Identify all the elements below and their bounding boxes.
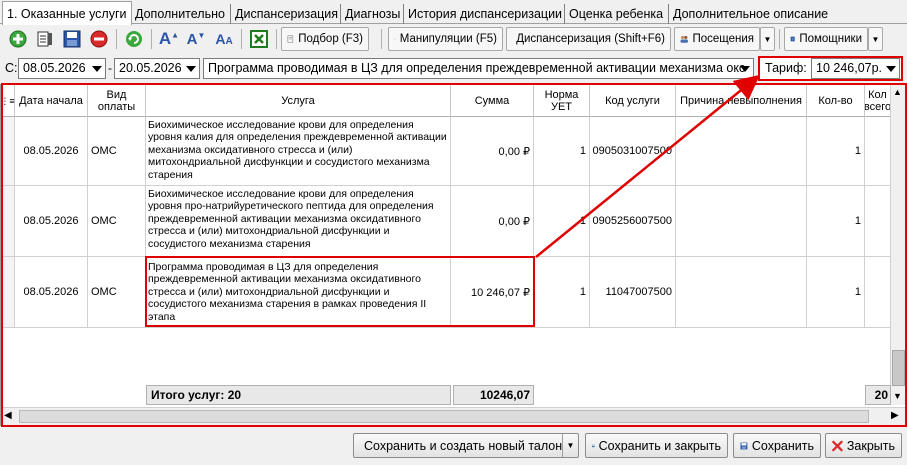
date-from-label: С: bbox=[5, 61, 18, 75]
date-range-dash: - bbox=[108, 61, 112, 75]
tab-dispensarization[interactable]: Диспансеризация bbox=[230, 4, 342, 24]
font-increase-button[interactable]: A▲ bbox=[157, 27, 181, 51]
chevron-down-icon: ▼ bbox=[763, 34, 772, 44]
manipulations-button[interactable]: Манипуляции (F5) bbox=[388, 27, 503, 51]
helpers-button[interactable]: ? Помощники bbox=[784, 27, 868, 51]
tab-additional[interactable]: Дополнительно bbox=[131, 4, 229, 24]
refresh-button[interactable] bbox=[122, 27, 146, 51]
svg-text:?: ? bbox=[792, 37, 794, 41]
edit-button[interactable] bbox=[33, 27, 57, 51]
close-label: Закрыть bbox=[846, 438, 895, 453]
font-decrease-button[interactable]: A▼ bbox=[184, 27, 208, 51]
chevron-down-icon bbox=[186, 66, 196, 72]
date-from-picker[interactable]: 08.05.2026 bbox=[18, 58, 106, 79]
syringe-icon bbox=[394, 38, 396, 40]
tab-dispensarization-history[interactable]: История диспансеризации bbox=[403, 4, 566, 24]
save-and-new-label: Сохранить и создать новый талон bbox=[364, 438, 563, 453]
close-button[interactable]: Закрыть bbox=[825, 433, 902, 458]
chevron-down-icon: ▼ bbox=[871, 34, 880, 44]
tariff-label: Тариф: bbox=[765, 61, 807, 75]
chevron-down-icon bbox=[886, 66, 896, 72]
font-decrease-icon: A▼ bbox=[186, 30, 206, 48]
help-book-icon: ? bbox=[790, 36, 795, 42]
close-icon bbox=[832, 440, 843, 451]
save-label: Сохранить bbox=[751, 438, 814, 453]
visits-dropdown-button[interactable]: ▼ bbox=[760, 27, 775, 51]
save-and-new-button[interactable]: Сохранить и создать новый талон ▼ bbox=[353, 433, 579, 458]
dispanser-label: Диспансеризация (Shift+F6) bbox=[516, 33, 665, 45]
date-to-value: 20.05.2026 bbox=[119, 61, 182, 75]
tab-additional-description[interactable]: Дополнительное описание bbox=[668, 4, 832, 24]
excel-icon bbox=[250, 30, 268, 48]
refresh-icon bbox=[126, 31, 142, 47]
floppy-disk-icon bbox=[63, 30, 81, 48]
visits-button[interactable]: Посещения bbox=[674, 27, 760, 51]
tariff-value: 10 246,07р. bbox=[816, 61, 883, 75]
grid-highlight-frame bbox=[1, 83, 907, 427]
podbor-label: Подбор (F3) bbox=[298, 33, 363, 45]
tab-provided-services[interactable]: 1. Оказанные услуги bbox=[2, 1, 132, 25]
save-toolbar-button[interactable] bbox=[60, 27, 84, 51]
tariff-select[interactable]: 10 246,07р. bbox=[811, 58, 900, 79]
font-increase-icon: A▲ bbox=[158, 29, 180, 48]
save-and-close-label: Сохранить и закрыть bbox=[598, 438, 721, 453]
manipulations-label: Манипуляции (F5) bbox=[399, 33, 497, 45]
service-row-highlight bbox=[145, 256, 535, 327]
chevron-down-icon bbox=[92, 66, 102, 72]
save-and-close-button[interactable]: Сохранить и закрыть bbox=[585, 433, 728, 458]
edit-document-icon bbox=[37, 31, 52, 47]
font-reset-icon: AA bbox=[215, 31, 233, 47]
toolbar: A▲ A▼ AA Подбор (F3) Манипуляции (F5) Ди… bbox=[0, 25, 907, 53]
helpers-label: Помощники bbox=[799, 33, 862, 45]
floppy-disk-icon bbox=[740, 442, 748, 449]
tab-strip: 1. Оказанные услуги Дополнительно Диспан… bbox=[0, 0, 907, 25]
tab-child-assessment[interactable]: Оценка ребенка bbox=[564, 4, 667, 24]
program-value: Программа проводимая в ЦЗ для определени… bbox=[208, 61, 746, 75]
date-to-picker[interactable]: 20.05.2026 bbox=[114, 58, 200, 79]
podbor-button[interactable]: Подбор (F3) bbox=[281, 27, 369, 51]
date-from-value: 08.05.2026 bbox=[23, 61, 86, 75]
add-button[interactable] bbox=[6, 27, 30, 51]
select-list-icon bbox=[287, 35, 294, 43]
filter-bar: С: 08.05.2026 - 20.05.2026 Программа про… bbox=[0, 55, 907, 82]
helpers-dropdown-button[interactable]: ▼ bbox=[868, 27, 883, 51]
save-button[interactable]: Сохранить bbox=[733, 433, 821, 458]
chevron-down-icon[interactable]: ▼ bbox=[562, 434, 578, 457]
program-select[interactable]: Программа проводимая в ЦЗ для определени… bbox=[203, 58, 754, 79]
excel-export-button[interactable] bbox=[247, 27, 271, 51]
save-close-icon bbox=[592, 444, 595, 447]
chevron-down-icon bbox=[740, 66, 750, 72]
plus-circle-icon bbox=[9, 30, 27, 48]
tab-diagnoses[interactable]: Диагнозы bbox=[340, 4, 404, 24]
delete-button[interactable] bbox=[87, 27, 111, 51]
dispanser-button[interactable]: Диспансеризация (Shift+F6) bbox=[506, 27, 671, 51]
visits-label: Посещения bbox=[692, 33, 754, 45]
stop-delete-icon bbox=[90, 30, 108, 48]
visits-icon bbox=[680, 35, 688, 43]
font-reset-button[interactable]: AA bbox=[211, 27, 237, 51]
